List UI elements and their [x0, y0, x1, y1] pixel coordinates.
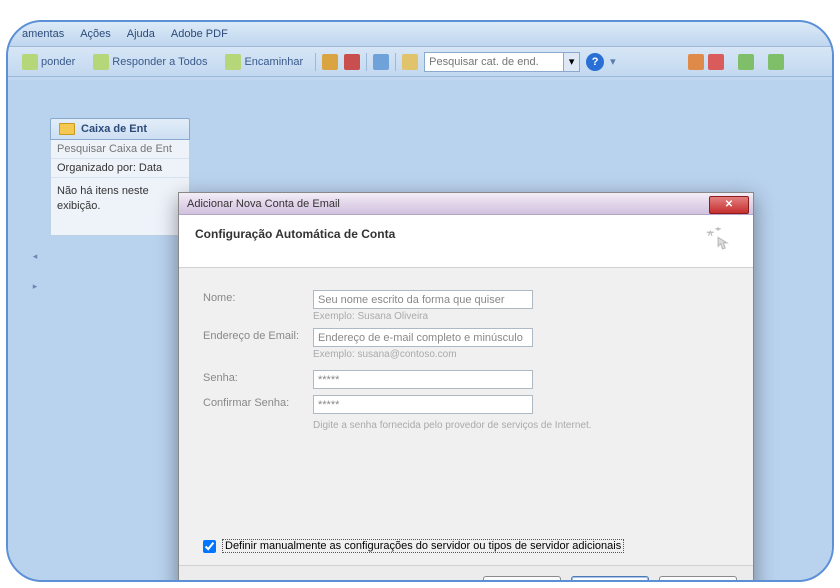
search-address-combo[interactable]: ▾ [424, 52, 580, 72]
organized-by[interactable]: Organizado por: Data [51, 159, 189, 178]
categorize-icon[interactable] [322, 54, 338, 70]
toolbar-icon-3[interactable] [738, 54, 754, 70]
cancel-button[interactable]: Cancelar [659, 576, 737, 583]
manual-config-label[interactable]: Definir manualmente as configurações do … [222, 539, 624, 553]
name-input[interactable] [313, 290, 533, 309]
manual-config-row: Definir manualmente as configurações do … [203, 539, 624, 553]
toolbar-icon-1[interactable] [688, 54, 704, 70]
search-address-input[interactable] [424, 52, 564, 72]
email-example: Exemplo: susana@contoso.com [313, 349, 729, 360]
wand-cursor-icon [705, 227, 733, 255]
inbox-panel: Organizado por: Data Não há itens neste … [50, 140, 190, 236]
toolbar-icon-4[interactable] [768, 54, 784, 70]
toolbar: ponder Responder a Todos Encaminhar ▾ ? … [8, 47, 832, 77]
password-input[interactable] [313, 370, 533, 389]
name-label: Nome: [203, 290, 313, 304]
email-input[interactable] [313, 328, 533, 347]
reply-button[interactable]: ponder [16, 52, 81, 72]
empty-message: Não há itens neste exibição. [51, 178, 189, 235]
chevron-down-icon[interactable]: ▾ [610, 55, 616, 68]
dialog-button-bar: < Voltar Avançar > Cancelar [179, 565, 753, 582]
inbox-header: Caixa de Ent [50, 118, 190, 140]
close-button[interactable]: ✕ [709, 196, 749, 214]
send-receive-icon[interactable] [373, 54, 389, 70]
dialog-subtitle: Configuração Automática de Conta [195, 227, 395, 241]
next-button[interactable]: Avançar > [571, 576, 649, 583]
menu-ferramentas[interactable]: amentas [16, 26, 70, 42]
toolbar-icon-2[interactable] [708, 54, 724, 70]
menubar: amentas Ações Ajuda Adobe PDF [8, 22, 832, 47]
email-label: Endereço de Email: [203, 328, 313, 342]
inbox-title: Caixa de Ent [81, 123, 147, 135]
confirm-password-input[interactable] [313, 395, 533, 414]
reply-all-button[interactable]: Responder a Todos [87, 52, 213, 72]
dialog-header: Configuração Automática de Conta [179, 215, 753, 268]
flag-icon[interactable] [344, 54, 360, 70]
password-label: Senha: [203, 370, 313, 384]
confirm-password-label: Confirmar Senha: [203, 395, 313, 409]
inbox-search-input[interactable] [51, 140, 205, 158]
address-book-icon[interactable] [402, 54, 418, 70]
collapse-handle-left[interactable]: ◂ [30, 242, 40, 270]
expand-handle-right[interactable]: ▸ [30, 272, 40, 300]
forward-button[interactable]: Encaminhar [219, 52, 309, 72]
name-example: Exemplo: Susana Oliveira [313, 311, 729, 322]
dialog-title: Adicionar Nova Conta de Email [187, 198, 709, 210]
dropdown-icon[interactable]: ▾ [564, 52, 580, 72]
menu-acoes[interactable]: Ações [74, 26, 117, 42]
back-button: < Voltar [483, 576, 561, 583]
manual-config-checkbox[interactable] [203, 540, 216, 553]
menu-adobe-pdf[interactable]: Adobe PDF [165, 26, 234, 42]
dialog-titlebar[interactable]: Adicionar Nova Conta de Email ✕ [179, 193, 753, 215]
password-hint: Digite a senha fornecida pelo provedor d… [313, 420, 729, 431]
menu-ajuda[interactable]: Ajuda [121, 26, 161, 42]
folder-icon [59, 123, 75, 135]
form-area: Nome: Exemplo: Susana Oliveira Endereço … [179, 268, 753, 439]
help-icon[interactable]: ? [586, 53, 604, 71]
add-email-account-dialog: Adicionar Nova Conta de Email ✕ Configur… [178, 192, 754, 582]
